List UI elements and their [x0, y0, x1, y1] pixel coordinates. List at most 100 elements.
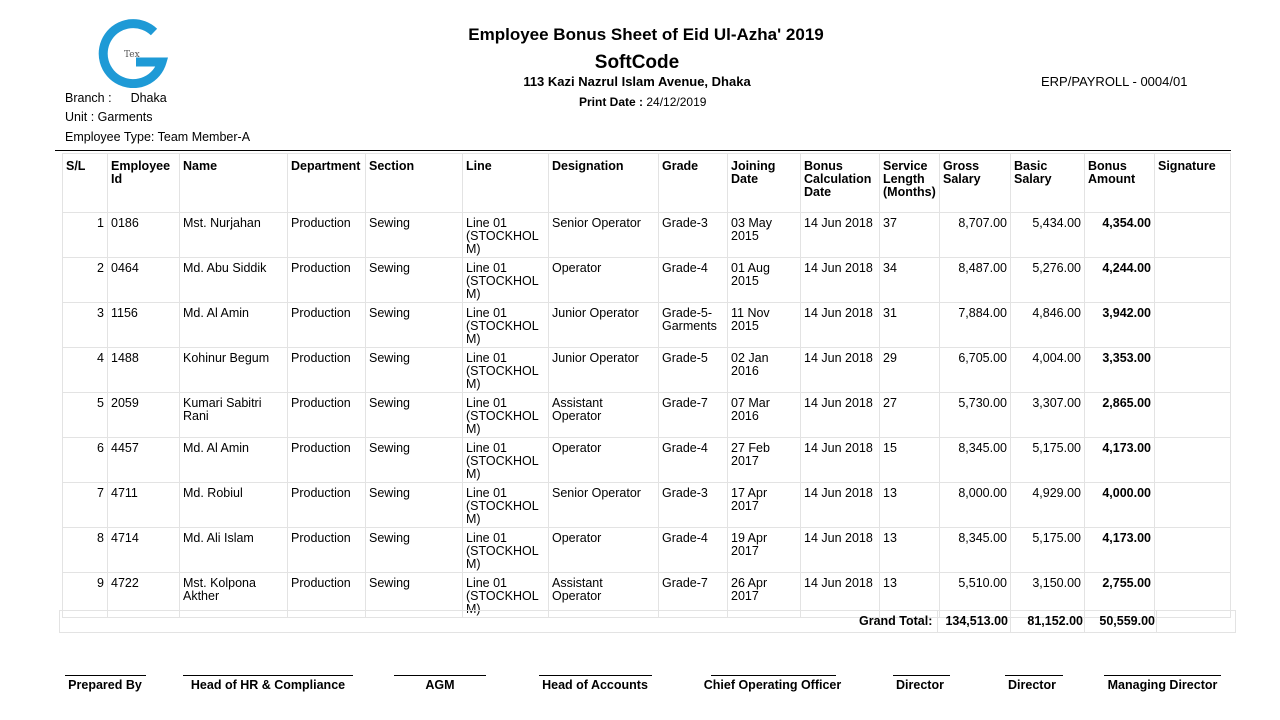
signature-managing-director: Managing Director: [1107, 678, 1218, 692]
table-cell: Senior Operator: [548, 482, 659, 528]
table-cell: Production: [287, 392, 366, 438]
table-cell: 07 Mar 2016: [727, 392, 801, 438]
table-cell: 3,942.00: [1084, 302, 1155, 348]
table-cell: 4: [62, 347, 108, 393]
total-divider: [1156, 611, 1157, 632]
table-cell: [1154, 212, 1231, 258]
employee-type-info: Employee Type: Team Member-A: [65, 130, 251, 144]
table-cell: Grade-4: [658, 437, 728, 483]
table-cell: Production: [287, 482, 366, 528]
table-cell: Grade-4: [658, 527, 728, 573]
table-cell: 3,353.00: [1084, 347, 1155, 393]
table-cell: Line 01 (STOCKHOL M): [462, 482, 549, 528]
column-header: Designation: [548, 153, 659, 213]
signature-head-hr: Head of HR & Compliance: [190, 678, 346, 692]
table-cell: Line 01 (STOCKHOL M): [462, 392, 549, 438]
table-row: 4 1488 Kohinur Begum Production Sewing Line 0…: [62, 347, 1231, 393]
table-cell: 15: [879, 437, 940, 483]
header-divider: [55, 150, 1231, 151]
table-cell: 14 Jun 2018: [800, 347, 880, 393]
table-cell: [1154, 257, 1231, 303]
table-body: 1 0186 Mst. Nurjahan Production Sewing Line 0…: [62, 212, 1231, 618]
table-cell: Line 01 (STOCKHOL M): [462, 437, 549, 483]
table-cell: 4711: [107, 482, 180, 528]
signature-director: Director: [1008, 678, 1056, 692]
table-cell: 2059: [107, 392, 180, 438]
table-cell: 5,276.00: [1010, 257, 1085, 303]
table-cell: 14 Jun 2018: [800, 302, 880, 348]
unit-info: Unit : Garments: [65, 110, 153, 124]
table-cell: 01 Aug 2015: [727, 257, 801, 303]
table-cell: Production: [287, 212, 366, 258]
table-cell: Md. Abu Siddik: [179, 257, 288, 303]
table-cell: Line 01 (STOCKHOL M): [462, 302, 549, 348]
table-cell: Production: [287, 257, 366, 303]
table-cell: 14 Jun 2018: [800, 437, 880, 483]
table-cell: Junior Operator: [548, 347, 659, 393]
total-basic-salary: 81,152.00: [1027, 614, 1083, 628]
table-header-row: S/L Employee Id Name Department Section Line D…: [62, 153, 1231, 213]
table-row: 8 4714 Md. Ali Islam Production Sewing Line 0…: [62, 527, 1231, 573]
table-cell: Sewing: [365, 212, 463, 258]
table-cell: 1488: [107, 347, 180, 393]
branch-info: Branch : Dhaka: [65, 91, 167, 105]
table-cell: 5,175.00: [1010, 437, 1085, 483]
table-cell: Sewing: [365, 482, 463, 528]
table-row: 2 0464 Md. Abu Siddik Production Sewing Line …: [62, 257, 1231, 303]
column-header: Gross Salary: [939, 153, 1011, 213]
table-cell: Line 01 (STOCKHOL M): [462, 527, 549, 573]
table-cell: 4,929.00: [1010, 482, 1085, 528]
table-row: 5 2059 Kumari Sabitri Rani Production Sewing…: [62, 392, 1231, 438]
column-header: Basic Salary: [1010, 153, 1085, 213]
table-cell: Md. Al Amin: [179, 302, 288, 348]
table-cell: [1154, 392, 1231, 438]
table-cell: Production: [287, 347, 366, 393]
table-cell: Sewing: [365, 437, 463, 483]
column-header: Bonus Calculation Date: [800, 153, 880, 213]
table-cell: 31: [879, 302, 940, 348]
signature-prepared-by: Prepared By: [68, 678, 142, 692]
table-cell: 0186: [107, 212, 180, 258]
table-cell: [1154, 437, 1231, 483]
print-date-value: 24/12/2019: [646, 95, 707, 109]
table-cell: 3,307.00: [1010, 392, 1085, 438]
table-cell: 11 Nov 2015: [727, 302, 801, 348]
table-cell: 27: [879, 392, 940, 438]
column-header: Joining Date: [727, 153, 801, 213]
table-cell: 2: [62, 257, 108, 303]
signature-line: [394, 675, 486, 676]
table-cell: 5,175.00: [1010, 527, 1085, 573]
column-header: Employee Id: [107, 153, 180, 213]
column-header: S/L: [62, 153, 108, 213]
signature-line: [539, 675, 652, 676]
table-cell: 4,004.00: [1010, 347, 1085, 393]
table-cell: 5,434.00: [1010, 212, 1085, 258]
column-header: Name: [179, 153, 288, 213]
column-header: Service Length (Months): [879, 153, 940, 213]
table-cell: Mst. Nurjahan: [179, 212, 288, 258]
table-cell: 0464: [107, 257, 180, 303]
table-cell: 8: [62, 527, 108, 573]
column-header: Signature: [1154, 153, 1231, 213]
print-date-label: Print Date :: [579, 95, 644, 109]
table-cell: 37: [879, 212, 940, 258]
table-cell: 27 Feb 2017: [727, 437, 801, 483]
document-reference: ERP/PAYROLL - 0004/01: [1041, 74, 1188, 89]
table-cell: 4,000.00: [1084, 482, 1155, 528]
table-cell: 3: [62, 302, 108, 348]
table-cell: Sewing: [365, 302, 463, 348]
table-cell: [1154, 347, 1231, 393]
table-cell: Grade-5- Garments: [658, 302, 728, 348]
table-cell: Operator: [548, 527, 659, 573]
table-cell: Sewing: [365, 392, 463, 438]
table-cell: Grade-5: [658, 347, 728, 393]
table-cell: 1156: [107, 302, 180, 348]
table-cell: 03 May 2015: [727, 212, 801, 258]
column-header: Bonus Amount: [1084, 153, 1155, 213]
table-cell: Operator: [548, 257, 659, 303]
table-cell: Senior Operator: [548, 212, 659, 258]
signature-line: [711, 675, 836, 676]
table-cell: 34: [879, 257, 940, 303]
table-cell: [1154, 302, 1231, 348]
signature-agm: AGM: [425, 678, 455, 692]
